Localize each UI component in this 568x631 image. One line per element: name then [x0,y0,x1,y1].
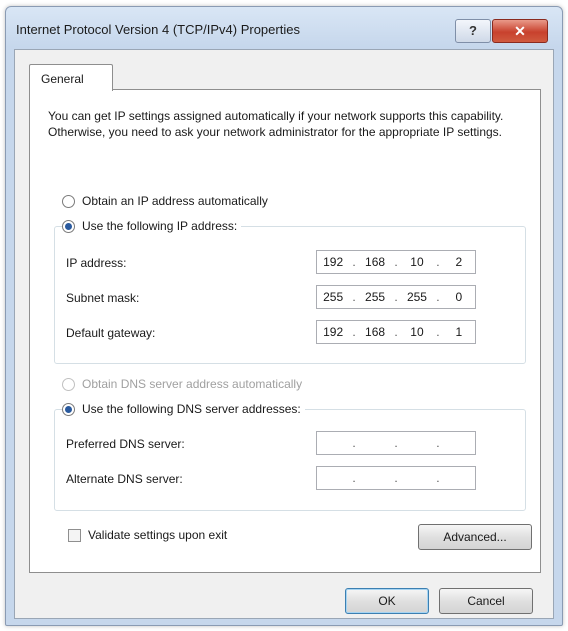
radio-button-icon [62,377,75,391]
ip-octet: 192 [323,255,344,269]
preferred-dns-label: Preferred DNS server: [66,437,185,451]
default-gateway-input[interactable]: 192. 168. 10. 1 [316,320,476,344]
use-following-dns-radio[interactable]: Use the following DNS server addresses: [62,402,305,416]
ip-octet: 10 [410,255,424,269]
close-button[interactable]: ✕ [492,19,548,43]
preferred-dns-input[interactable]: . . . [316,431,476,455]
obtain-ip-auto-label: Obtain an IP address automatically [82,194,268,208]
ip-address-label: IP address: [66,256,127,270]
use-following-ip-radio[interactable]: Use the following IP address: [62,219,242,233]
gateway-octet: 192 [323,325,344,339]
subnet-octet: 255 [406,290,427,304]
dns-server-group [54,409,526,511]
help-button[interactable]: ? [455,19,491,43]
title-bar[interactable]: Internet Protocol Version 4 (TCP/IPv4) P… [6,7,562,47]
obtain-ip-auto-radio[interactable]: Obtain an IP address automatically [62,194,268,208]
alternate-dns-input[interactable]: . . . [316,466,476,490]
general-panel: You can get IP settings assigned automat… [29,89,541,573]
advanced-button[interactable]: Advanced... [418,524,532,550]
subnet-mask-label: Subnet mask: [66,291,140,305]
tab-general-label: General [41,72,84,86]
ip-address-input[interactable]: 192. 168. 10. 2 [316,250,476,274]
radio-button-selected-icon [62,219,75,233]
dialog-client-area: General You can get IP settings assigned… [14,49,554,619]
use-following-ip-label: Use the following IP address: [82,219,238,233]
gateway-octet: 1 [455,325,463,339]
window-title: Internet Protocol Version 4 (TCP/IPv4) P… [16,22,300,37]
radio-button-selected-icon [62,402,75,416]
alternate-dns-label: Alternate DNS server: [66,472,183,486]
default-gateway-label: Default gateway: [66,326,156,340]
ip-octet: 168 [365,255,386,269]
close-icon: ✕ [514,23,526,39]
cancel-button[interactable]: Cancel [439,588,533,614]
use-following-dns-label: Use the following DNS server addresses: [82,402,301,416]
subnet-octet: 255 [323,290,344,304]
intro-text: You can get IP settings assigned automat… [48,109,504,139]
validate-settings-label: Validate settings upon exit [88,528,228,542]
subnet-mask-input[interactable]: 255. 255. 255. 0 [316,285,476,309]
dialog-window: Internet Protocol Version 4 (TCP/IPv4) P… [5,6,563,626]
ok-button[interactable]: OK [345,588,429,614]
gateway-octet: 10 [410,325,424,339]
gateway-octet: 168 [365,325,386,339]
subnet-octet: 255 [365,290,386,304]
obtain-dns-auto-label: Obtain DNS server address automatically [82,377,303,391]
subnet-octet: 0 [455,290,463,304]
checkbox-icon [68,528,81,542]
validate-settings-checkbox[interactable]: Validate settings upon exit [68,528,227,542]
ip-octet: 2 [455,255,463,269]
obtain-dns-auto-radio[interactable]: Obtain DNS server address automatically [62,377,302,391]
tab-general[interactable]: General [29,64,113,91]
radio-button-icon [62,194,75,208]
